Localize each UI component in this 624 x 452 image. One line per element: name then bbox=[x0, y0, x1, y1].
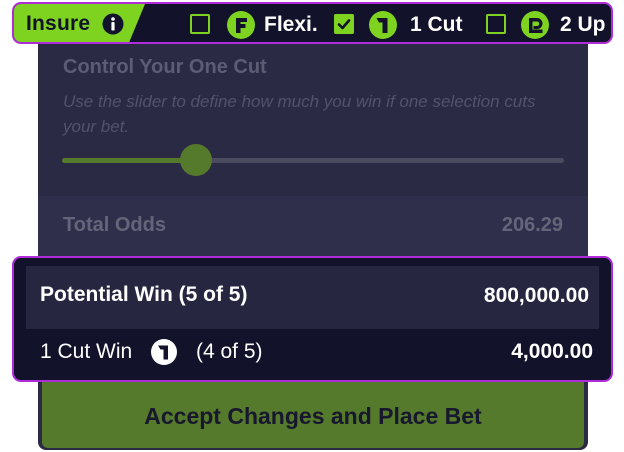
insure-label: Insure bbox=[26, 12, 91, 35]
one-cut-title: Control Your One Cut bbox=[63, 56, 267, 78]
total-odds-row: Total Odds 206.29 bbox=[38, 196, 588, 256]
flexi-checkbox[interactable] bbox=[190, 14, 210, 34]
place-bet-button[interactable]: Accept Changes and Place Bet bbox=[42, 380, 584, 448]
two-up-checkbox[interactable] bbox=[486, 14, 506, 34]
potential-win-label: Potential Win (5 of 5) bbox=[40, 283, 248, 306]
one-cut-description: Use the slider to define how much you wi… bbox=[63, 92, 536, 136]
cut-win-label: 1 Cut Win bbox=[40, 340, 133, 363]
insure-option-one-cut[interactable]: 1 Cut bbox=[334, 11, 474, 39]
one-cut-win-icon bbox=[151, 339, 177, 365]
flexi-label: Flexi. bbox=[264, 13, 318, 36]
one-cut-icon bbox=[369, 11, 397, 39]
slider-thumb[interactable] bbox=[180, 144, 212, 176]
insure-option-two-up[interactable]: 2 Up bbox=[486, 11, 611, 39]
bet-panel: Control Your One Cut Use the slider to d… bbox=[38, 44, 588, 450]
potential-win-value: 800,000.00 bbox=[483, 284, 589, 307]
insure-option-flexi[interactable]: Flexi. bbox=[190, 11, 330, 39]
slider-fill bbox=[62, 158, 196, 163]
one-cut-checkbox[interactable] bbox=[334, 14, 354, 34]
cut-win-count: (4 of 5) bbox=[196, 340, 263, 363]
one-cut-slider[interactable] bbox=[62, 144, 564, 176]
cut-win-value: 4,000.00 bbox=[511, 340, 593, 363]
one-cut-label: 1 Cut bbox=[410, 13, 463, 36]
total-odds-label: Total Odds bbox=[63, 214, 166, 236]
two-up-label: 2 Up bbox=[560, 13, 606, 36]
place-bet-label: Accept Changes and Place Bet bbox=[144, 403, 482, 429]
info-icon[interactable] bbox=[102, 13, 124, 35]
insure-bar: Insure Flexi. 1 Cut 2 Up bbox=[12, 2, 613, 44]
checkmark-icon bbox=[337, 19, 351, 30]
win-summary-panel: Potential Win (5 of 5) 800,000.00 1 Cut … bbox=[12, 256, 613, 382]
flexi-f-icon bbox=[227, 11, 255, 39]
total-odds-value: 206.29 bbox=[501, 214, 563, 236]
two-up-icon bbox=[521, 11, 549, 39]
